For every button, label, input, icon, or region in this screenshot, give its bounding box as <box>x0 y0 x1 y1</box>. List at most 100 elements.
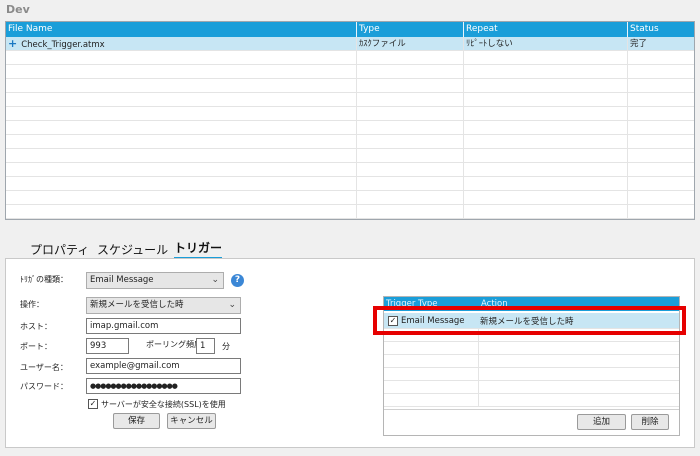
column-divider <box>478 355 479 368</box>
empty-row <box>384 342 679 355</box>
empty-cell <box>464 205 628 219</box>
operation-select[interactable]: 新規メールを受信した時 ⌄ <box>86 297 241 314</box>
tab-properties[interactable]: プロパティ <box>30 241 89 258</box>
port-label: ポート： <box>20 342 52 351</box>
help-icon[interactable]: ? <box>231 274 244 287</box>
trigger-row-checkbox[interactable]: ✓ <box>388 316 398 326</box>
empty-row <box>6 205 694 219</box>
file-grid-header: File Name Type Repeat Status <box>6 22 694 37</box>
empty-cell <box>628 79 694 93</box>
polling-input[interactable]: 1 <box>196 338 215 354</box>
empty-cell <box>464 51 628 65</box>
empty-cell <box>357 79 464 93</box>
cancel-button[interactable]: キャンセル <box>167 413 216 429</box>
empty-cell <box>628 163 694 177</box>
empty-cell <box>464 65 628 79</box>
empty-cell <box>628 149 694 163</box>
password-label: パスワード： <box>20 382 68 391</box>
table-row[interactable]: + Check_Trigger.atmx ｶｽｸファイル ﾘﾋﾟｰﾄしない 完了 <box>6 37 694 51</box>
empty-cell <box>6 135 357 149</box>
empty-row <box>384 394 679 407</box>
empty-cell <box>6 107 357 121</box>
username-input[interactable]: example@gmail.com <box>86 358 241 374</box>
empty-cell <box>6 93 357 107</box>
file-name-cell: + Check_Trigger.atmx <box>6 37 357 51</box>
empty-cell <box>628 121 694 135</box>
column-divider <box>478 368 479 381</box>
empty-cell <box>357 51 464 65</box>
empty-cell <box>464 93 628 107</box>
empty-cell <box>6 51 357 65</box>
empty-cell <box>357 163 464 177</box>
empty-cell <box>464 79 628 93</box>
empty-row <box>6 121 694 135</box>
host-label: ホスト： <box>20 322 52 331</box>
empty-cell <box>628 205 694 219</box>
empty-row <box>384 368 679 381</box>
delete-button[interactable]: 削除 <box>631 414 669 430</box>
empty-cell <box>464 163 628 177</box>
column-header-action[interactable]: Action <box>479 297 508 311</box>
empty-cell <box>628 177 694 191</box>
empty-row <box>6 191 694 205</box>
host-input[interactable]: imap.gmail.com <box>86 318 241 334</box>
empty-cell <box>464 121 628 135</box>
empty-cell <box>464 149 628 163</box>
ssl-checkbox[interactable]: ✓ <box>88 399 98 409</box>
add-button[interactable]: 追加 <box>577 414 626 430</box>
empty-cell <box>6 121 357 135</box>
trigger-list-header: Trigger Type Action <box>384 297 679 311</box>
empty-row <box>6 107 694 121</box>
status-cell: 完了 <box>630 39 648 49</box>
empty-cell <box>357 121 464 135</box>
file-name-text: Check_Trigger.atmx <box>21 40 105 50</box>
column-divider <box>478 394 479 407</box>
username-label: ユーザー名： <box>20 363 68 372</box>
empty-cell <box>6 177 357 191</box>
empty-cell <box>464 191 628 205</box>
trigger-type-select[interactable]: Email Message ⌄ <box>86 272 224 289</box>
empty-cell <box>628 65 694 79</box>
empty-cell <box>357 135 464 149</box>
column-divider <box>478 381 479 394</box>
trigger-list-footer: 追加 削除 <box>384 409 679 435</box>
empty-cell <box>357 65 464 79</box>
empty-row <box>6 51 694 65</box>
trigger-type-value: Email Message <box>90 275 154 285</box>
file-grid: File Name Type Repeat Status + Check_Trig… <box>5 21 695 220</box>
password-input[interactable]: ●●●●●●●●●●●●●●●●● <box>86 378 241 394</box>
empty-cell <box>628 93 694 107</box>
action-cell: 新規メールを受信した時 <box>480 317 574 327</box>
trigger-type-label: ﾄﾘｶﾞの種類： <box>20 275 68 284</box>
operation-value: 新規メールを受信した時 <box>90 300 184 310</box>
trigger-row[interactable]: ✓ Email Message 新規メールを受信した時 <box>384 313 679 329</box>
tab-schedule[interactable]: スケジュール <box>97 241 168 258</box>
column-header-repeat[interactable]: Repeat <box>464 22 628 37</box>
empty-row <box>384 381 679 394</box>
empty-cell <box>6 205 357 219</box>
empty-cell <box>628 191 694 205</box>
empty-row <box>6 163 694 177</box>
save-button[interactable]: 保存 <box>113 413 160 429</box>
column-header-file-name[interactable]: File Name <box>6 22 357 37</box>
tab-trigger[interactable]: トリガー <box>174 239 223 260</box>
port-input[interactable]: 993 <box>86 338 129 354</box>
repeat-cell: ﾘﾋﾟｰﾄしない <box>464 37 628 51</box>
column-header-type[interactable]: Type <box>357 22 464 37</box>
empty-row <box>384 355 679 368</box>
empty-cell <box>357 93 464 107</box>
column-header-status[interactable]: Status <box>628 22 694 37</box>
empty-row <box>6 65 694 79</box>
chevron-down-icon: ⌄ <box>228 300 236 310</box>
empty-row <box>6 79 694 93</box>
column-header-trigger-type[interactable]: Trigger Type <box>384 297 438 311</box>
plus-icon[interactable]: + <box>8 37 17 50</box>
empty-cell <box>6 163 357 177</box>
empty-cell <box>357 107 464 121</box>
empty-cell <box>357 149 464 163</box>
empty-cell <box>6 191 357 205</box>
polling-unit: 分 <box>222 342 230 351</box>
empty-cell <box>464 135 628 149</box>
empty-cell <box>357 191 464 205</box>
empty-row <box>6 93 694 107</box>
